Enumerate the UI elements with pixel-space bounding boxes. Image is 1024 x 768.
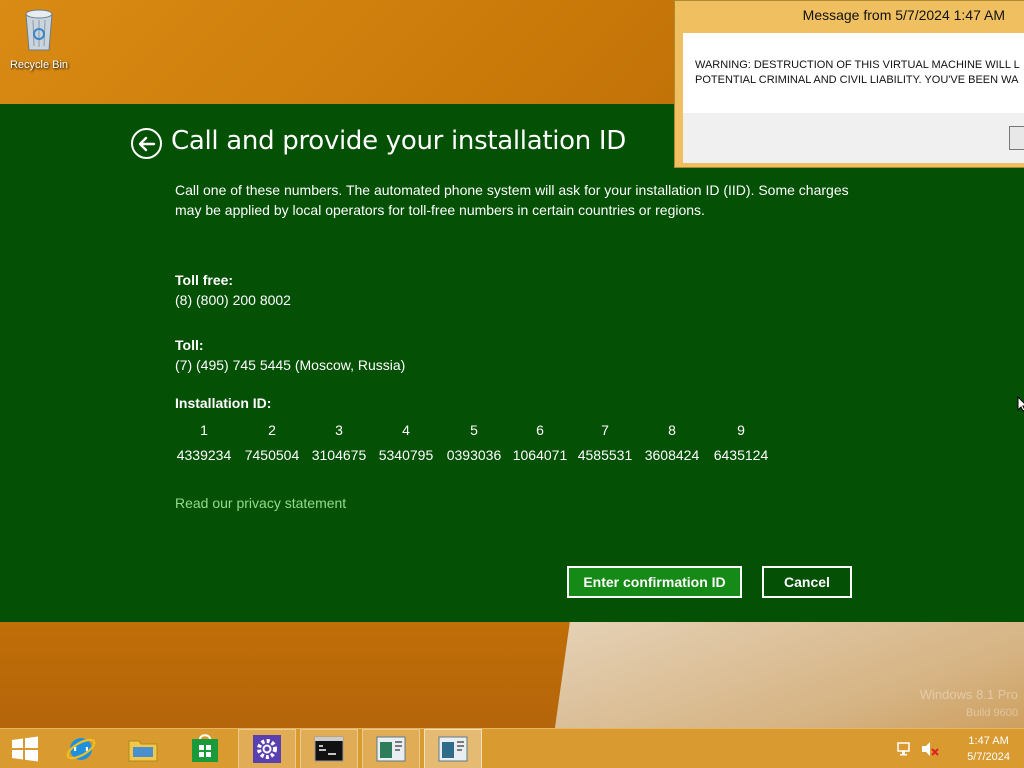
iid-group-number: 7 xyxy=(601,422,609,438)
toll-number: (7) (495) 745 5445 (Moscow, Russia) xyxy=(175,357,406,373)
iid-group: 3 3104675 xyxy=(308,422,370,463)
message-dialog-body: WARNING: DESTRUCTION OF THIS VIRTUAL MAC… xyxy=(683,33,1024,163)
taskbar-command-prompt[interactable] xyxy=(300,729,358,768)
taskbar-internet-explorer[interactable] xyxy=(52,729,110,768)
taskbar-settings[interactable] xyxy=(238,729,296,768)
privacy-link[interactable]: Read our privacy statement xyxy=(175,495,346,511)
windows-watermark: Windows 8.1 Pro Build 9600 xyxy=(920,686,1018,722)
mouse-cursor-icon xyxy=(1017,396,1024,412)
clock-date: 5/7/2024 xyxy=(967,751,1010,763)
watermark-build: Build 9600 xyxy=(966,707,1018,719)
recycle-bin-icon xyxy=(25,9,53,51)
message-dialog-footer xyxy=(683,113,1024,163)
windows-logo-icon xyxy=(12,736,38,762)
clock[interactable]: 1:47 AM 5/7/2024 xyxy=(967,733,1010,765)
message-line: WARNING: DESTRUCTION OF THIS VIRTUAL MAC… xyxy=(695,59,1020,71)
message-dialog-title: Message from 5/7/2024 1:47 AM xyxy=(802,7,1005,23)
toll-free-label: Toll free: xyxy=(175,272,234,288)
iid-group-number: 6 xyxy=(536,422,544,438)
toll-free-section: Toll free: (8) (800) 200 8002 xyxy=(175,270,291,310)
iid-group-value: 6435124 xyxy=(713,447,769,463)
iid-group: 2 7450504 xyxy=(241,422,303,463)
iid-group-value: 7450504 xyxy=(244,447,300,463)
activation-panel: Call and provide your installation ID Ca… xyxy=(0,104,1024,622)
iid-group: 7 4585531 xyxy=(574,422,636,463)
iid-group: 1 4339234 xyxy=(173,422,235,463)
watermark-edition: Windows 8.1 Pro xyxy=(919,687,1018,702)
iid-group-number: 3 xyxy=(335,422,343,438)
message-line: POTENTIAL CRIMINAL AND CIVIL LIABILITY. … xyxy=(695,74,1019,86)
instructions-text: Call one of these numbers. The automated… xyxy=(175,182,849,218)
toll-label: Toll: xyxy=(175,337,204,353)
installation-id-label: Installation ID: xyxy=(175,395,272,411)
arrow-left-icon xyxy=(138,136,155,151)
recycle-bin-label: Recycle Bin xyxy=(9,59,69,71)
wallpaper-shape xyxy=(0,622,600,728)
toll-free-number: (8) (800) 200 8002 xyxy=(175,292,291,308)
taskbar-window-app[interactable] xyxy=(362,729,420,768)
clock-time: 1:47 AM xyxy=(968,735,1009,747)
internet-explorer-icon xyxy=(66,738,96,760)
store-icon xyxy=(192,734,218,762)
taskbar-file-explorer[interactable] xyxy=(114,729,172,768)
iid-group: 4 5340795 xyxy=(375,422,437,463)
iid-group-value: 1064071 xyxy=(512,447,568,463)
ok-button[interactable] xyxy=(1009,126,1024,150)
iid-group-value: 4339234 xyxy=(176,447,232,463)
cancel-button[interactable]: Cancel xyxy=(762,566,852,598)
iid-group-value: 5340795 xyxy=(378,447,434,463)
iid-group: 5 0393036 xyxy=(443,422,505,463)
back-button[interactable] xyxy=(131,128,162,159)
taskbar: 1:47 AM 5/7/2024 xyxy=(0,728,1024,768)
taskbar-window-app-active[interactable] xyxy=(424,729,482,768)
taskbar-store[interactable] xyxy=(176,729,234,768)
enter-confirmation-id-button[interactable]: Enter confirmation ID xyxy=(567,566,742,598)
iid-group-value: 3608424 xyxy=(644,447,700,463)
recycle-bin[interactable]: Recycle Bin xyxy=(6,6,72,71)
iid-group-number: 8 xyxy=(668,422,676,438)
message-text: WARNING: DESTRUCTION OF THIS VIRTUAL MAC… xyxy=(695,58,1024,88)
iid-group-number: 9 xyxy=(737,422,745,438)
iid-group-number: 5 xyxy=(470,422,478,438)
iid-group-number: 1 xyxy=(200,422,208,438)
iid-group: 9 6435124 xyxy=(710,422,772,463)
iid-group-number: 4 xyxy=(402,422,410,438)
message-dialog: Message from 5/7/2024 1:47 AM WARNING: D… xyxy=(674,0,1024,168)
iid-group-value: 0393036 xyxy=(446,447,502,463)
page-title: Call and provide your installation ID xyxy=(171,126,627,156)
iid-group-number: 2 xyxy=(268,422,276,438)
network-icon[interactable] xyxy=(896,740,916,758)
iid-group-value: 3104675 xyxy=(311,447,367,463)
system-tray xyxy=(896,729,940,768)
start-button[interactable] xyxy=(0,729,50,768)
toll-section: Toll: (7) (495) 745 5445 (Moscow, Russia… xyxy=(175,335,405,375)
folder-icon xyxy=(128,740,158,762)
iid-group-value: 4585531 xyxy=(577,447,633,463)
iid-group: 6 1064071 xyxy=(509,422,571,463)
gear-icon xyxy=(253,735,281,763)
command-prompt-icon xyxy=(314,736,344,762)
volume-muted-icon[interactable] xyxy=(920,740,940,758)
window-app-icon xyxy=(376,736,406,762)
iid-group: 8 3608424 xyxy=(641,422,703,463)
window-app-icon xyxy=(438,736,468,762)
